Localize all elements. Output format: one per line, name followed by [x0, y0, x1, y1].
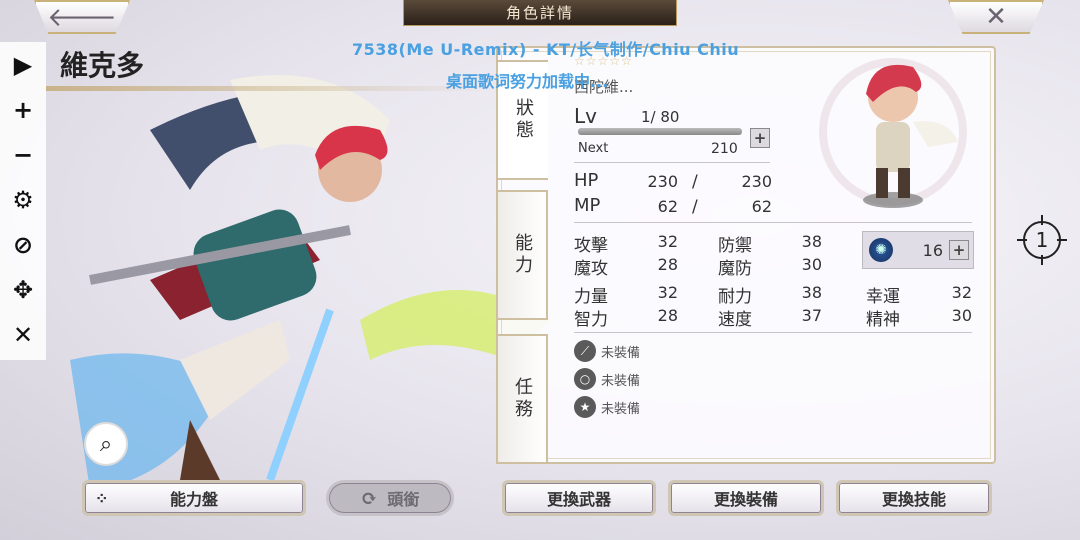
stat-label: 耐力 — [718, 287, 752, 307]
level-label: Lv — [574, 104, 597, 128]
rune-slot[interactable]: ✺ 16 + — [862, 231, 974, 269]
stat-label: 防禦 — [718, 236, 752, 256]
change-weapon-button[interactable]: 更換武器 — [502, 480, 656, 516]
divider — [574, 222, 972, 223]
hp-label: HP — [574, 170, 599, 191]
stat-value: 28 — [657, 306, 678, 325]
tab-mission[interactable]: 任務 — [496, 334, 548, 464]
equip-slot-ring[interactable]: ○ 未裝備 — [574, 368, 640, 390]
tab-ability[interactable]: 能力 — [496, 190, 548, 320]
back-button[interactable]: 🡐 — [34, 0, 130, 34]
stat-label: 魔攻 — [574, 259, 608, 279]
divider — [574, 162, 770, 163]
stat-label: 幸運 — [866, 287, 900, 307]
title-button[interactable]: ⟳ 頭銜 — [326, 480, 454, 516]
mp-label: MP — [574, 195, 601, 216]
hp-current: 230 — [647, 172, 678, 191]
stat-label: 智力 — [574, 310, 608, 330]
search-button[interactable]: ⌕ — [84, 422, 128, 466]
ability-board-button[interactable]: ⁘ 能力盤 — [82, 480, 306, 516]
equip-slot-weapon[interactable]: ⟋ 未裝備 — [574, 340, 640, 362]
page-title: 角色詳情 — [403, 0, 677, 26]
stat-value: 37 — [801, 306, 822, 325]
rune-value: 16 — [922, 240, 943, 260]
stat-value: 30 — [951, 306, 972, 325]
weapon-slot-icon: ⟋ — [574, 340, 596, 362]
close-icon: ✕ — [985, 2, 1007, 32]
button-label: 頭銜 — [387, 490, 420, 509]
stat-label: 力量 — [574, 287, 608, 307]
target-number: 1 — [1036, 228, 1049, 252]
search-icon: ⌕ — [99, 431, 113, 457]
mp-max: 62 — [751, 197, 772, 216]
mp-current: 62 — [657, 197, 678, 216]
badge-slot-icon: ★ — [574, 396, 596, 418]
name-divider — [46, 86, 496, 91]
plus-icon[interactable]: + — [0, 87, 46, 132]
close-button[interactable]: ✕ — [948, 0, 1044, 34]
stat-value: 38 — [801, 232, 822, 251]
equip-label: 未裝備 — [601, 373, 641, 389]
stat-value: 32 — [657, 232, 678, 251]
arrow-left-icon: 🡐 — [47, 2, 117, 33]
stat-value: 32 — [951, 283, 972, 302]
stat-label: 精神 — [866, 310, 900, 330]
next-value: 210 — [711, 141, 738, 157]
ring-slot-icon: ○ — [574, 368, 596, 390]
button-label: 能力盤 — [169, 490, 218, 509]
equip-slot-badge[interactable]: ★ 未裝備 — [574, 396, 640, 418]
move-icon[interactable]: ✥ — [0, 267, 46, 312]
mp-sep: / — [692, 197, 698, 217]
close-icon[interactable]: ✕ — [0, 312, 46, 357]
equip-label: 未裝備 — [601, 401, 641, 417]
equip-label: 未裝備 — [601, 345, 641, 361]
stat-value: 30 — [801, 255, 822, 274]
floating-toolbar: ▶ + − ⚙ ⊘ ✥ ✕ — [0, 42, 46, 360]
level-value: 1/ 80 — [641, 108, 680, 126]
rune-icon: ✺ — [869, 238, 893, 262]
refresh-icon: ⟳ — [360, 486, 378, 510]
divider — [574, 332, 972, 333]
lyric-line-2: 桌面歌词努力加载中... — [446, 72, 609, 91]
minus-icon[interactable]: − — [0, 132, 46, 177]
change-equipment-button[interactable]: 更換裝備 — [668, 480, 824, 516]
eye-off-icon[interactable]: ⊘ — [0, 222, 46, 267]
plus-icon: + — [952, 241, 966, 259]
gear-icon[interactable]: ⚙ — [0, 177, 46, 222]
target-crosshair-icon[interactable]: 1 — [1015, 213, 1069, 267]
stat-value: 32 — [657, 283, 678, 302]
hp-max: 230 — [741, 172, 772, 191]
level-up-button[interactable]: + — [750, 128, 770, 148]
character-name: 維克多 — [60, 49, 145, 82]
play-icon[interactable]: ▶ — [0, 42, 46, 87]
hp-sep: / — [692, 172, 698, 192]
lyric-line-1: 7538(Me U-Remix) - KT/长气制作/Chiu Chiu — [352, 40, 740, 59]
next-label: Next — [578, 141, 609, 156]
xp-progress-bar — [578, 128, 742, 135]
stat-label: 速度 — [718, 310, 752, 330]
rune-add-button[interactable]: + — [949, 240, 969, 260]
stat-label: 魔防 — [718, 259, 752, 279]
stat-value: 28 — [657, 255, 678, 274]
stat-value: 38 — [801, 283, 822, 302]
plus-icon: + — [753, 129, 767, 147]
chibi-portrait — [819, 58, 967, 208]
change-skill-button[interactable]: 更換技能 — [836, 480, 992, 516]
grid-icon: ⁘ — [95, 488, 109, 508]
stat-label: 攻擊 — [574, 236, 608, 256]
